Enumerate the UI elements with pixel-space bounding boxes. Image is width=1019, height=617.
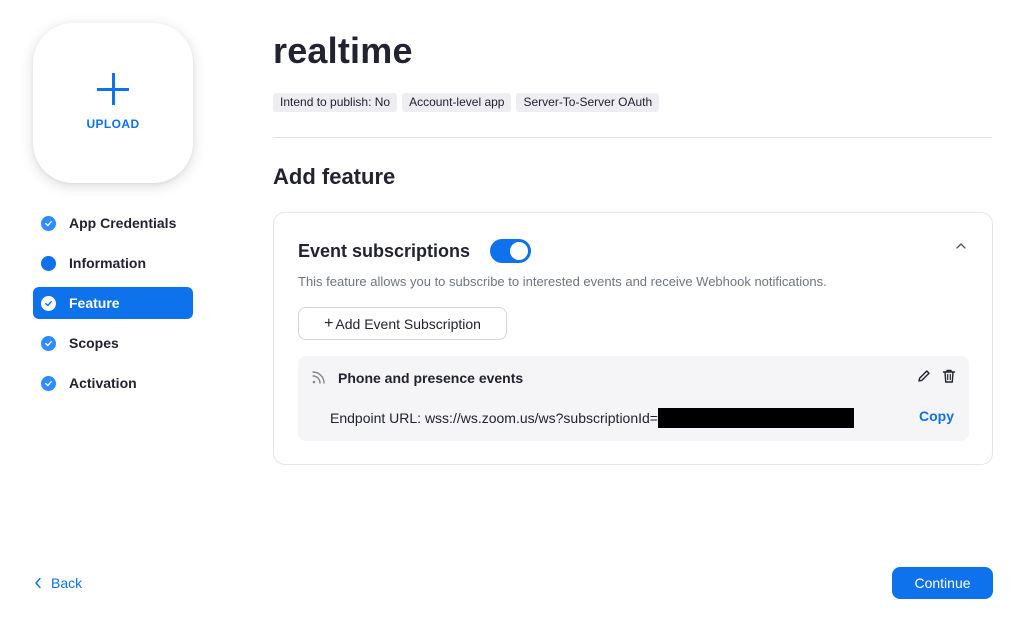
sidebar-item-scopes[interactable]: Scopes: [33, 327, 193, 359]
card-title: Event subscriptions: [298, 241, 471, 261]
endpoint-url-text: Endpoint URL: wss://ws.zoom.us/ws?subscr…: [330, 410, 658, 426]
sidebar-item-information[interactable]: Information: [33, 247, 193, 279]
sidebar-item-label: App Credentials: [69, 215, 177, 231]
sidebar-nav: App Credentials Information Feature Scop…: [33, 207, 193, 407]
subscription-item: Phone and presence events Endpoint URL: …: [298, 356, 969, 441]
section-title: Add feature: [273, 164, 396, 189]
tag-auth-type: Server-To-Server OAuth: [516, 93, 660, 112]
sidebar-item-label: Information: [69, 255, 146, 271]
event-subscriptions-toggle[interactable]: [490, 239, 531, 263]
plus-icon: [95, 71, 131, 107]
back-label: Back: [51, 575, 83, 591]
add-event-subscription-button[interactable]: + Add Event Subscription: [298, 307, 507, 340]
plus-icon: +: [324, 314, 334, 332]
check-circle-icon: [41, 295, 56, 311]
back-link[interactable]: Back: [34, 575, 82, 591]
sidebar-item-activation[interactable]: Activation: [33, 367, 193, 399]
page-title: realtime: [273, 30, 413, 71]
subscription-title: Phone and presence events: [338, 370, 524, 386]
pencil-icon[interactable]: [916, 368, 932, 384]
sidebar-item-feature[interactable]: Feature: [33, 287, 193, 319]
trash-icon[interactable]: [941, 368, 957, 384]
tag-account-level: Account-level app: [402, 93, 512, 112]
redacted-subscription-id: [657, 408, 854, 428]
copy-button[interactable]: Copy: [919, 408, 954, 424]
sidebar-item-app-credentials[interactable]: App Credentials: [33, 207, 193, 239]
rss-icon: [312, 371, 325, 384]
tag-publish: Intend to publish: No: [273, 93, 398, 112]
check-circle-icon: [41, 215, 56, 231]
sidebar-item-label: Feature: [69, 295, 120, 311]
sidebar-item-label: Scopes: [69, 335, 119, 351]
chevron-left-icon: [35, 577, 41, 589]
dot-icon: [41, 255, 56, 271]
card-description: This feature allows you to subscribe to …: [298, 274, 827, 289]
chevron-up-icon[interactable]: [954, 239, 968, 253]
upload-label: UPLOAD: [86, 117, 140, 131]
check-circle-icon: [41, 335, 56, 351]
continue-button[interactable]: Continue: [892, 567, 993, 599]
check-circle-icon: [41, 375, 56, 391]
toggle-knob: [510, 242, 528, 260]
sidebar-item-label: Activation: [69, 375, 137, 391]
divider: [273, 137, 992, 138]
upload-button[interactable]: UPLOAD: [33, 23, 193, 183]
app-tags: Intend to publish: No Account-level app …: [273, 93, 664, 112]
event-subscriptions-card: Event subscriptions This feature allows …: [273, 212, 993, 465]
add-button-label: Add Event Subscription: [335, 315, 481, 332]
endpoint-url: Endpoint URL: wss://ws.zoom.us/ws?subscr…: [330, 408, 854, 428]
